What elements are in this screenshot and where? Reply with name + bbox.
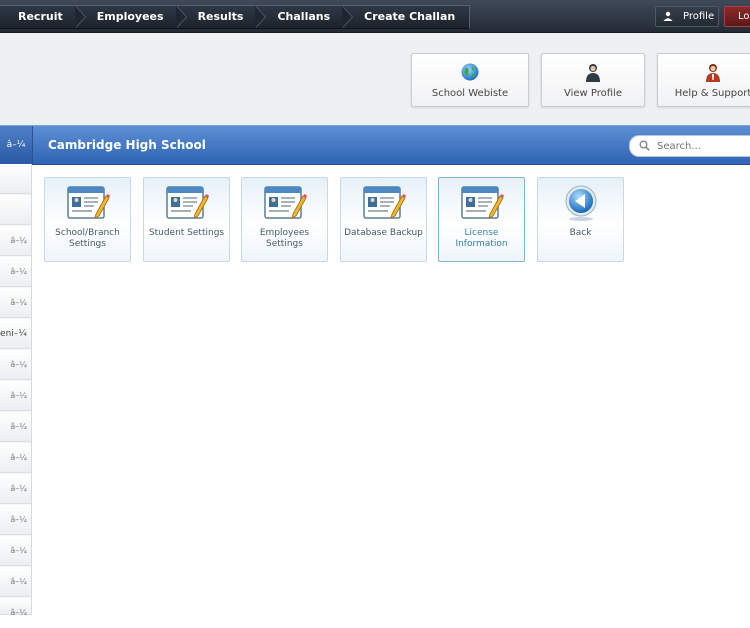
- top-navigation-bar: Recruit Employees Results Challans Creat…: [0, 0, 750, 33]
- sidebar-toggle[interactable]: â–¼: [0, 126, 33, 164]
- sidebar-item[interactable]: â–¼: [0, 226, 31, 256]
- back-arrow-icon: [565, 185, 597, 221]
- database-backup-label: Database Backup: [344, 228, 423, 238]
- sidebar-item[interactable]: â–¼: [0, 474, 31, 504]
- id-card-pencil-icon: [363, 186, 406, 219]
- support-user-icon: [706, 64, 720, 82]
- logout-button[interactable]: Log: [724, 6, 750, 27]
- sidebar: â–¼ â–¼ â–¼ eni–¼ â–¼ â–¼ â–¼ â–¼ â–¼ â–…: [0, 164, 32, 617]
- sidebar-item[interactable]: [0, 195, 31, 225]
- globe-icon: [461, 63, 479, 81]
- sidebar-item[interactable]: [0, 164, 31, 194]
- breadcrumb: Recruit Employees Results Challans Creat…: [0, 5, 471, 29]
- sidebar-item[interactable]: â–¼: [0, 288, 31, 318]
- school-website-button[interactable]: School Webiste: [411, 53, 529, 107]
- school-branch-settings-tile[interactable]: School/Branch Settings: [44, 177, 131, 262]
- school-website-label: School Webiste: [431, 88, 509, 99]
- sidebar-item[interactable]: â–¼: [0, 350, 31, 380]
- view-profile-button[interactable]: View Profile: [541, 53, 645, 107]
- user-icon: [663, 11, 673, 21]
- back-label: Back: [569, 228, 592, 238]
- sidebar-item[interactable]: â–¼: [0, 443, 31, 473]
- sidebar-item[interactable]: â–¼: [0, 598, 31, 617]
- search-box: [629, 135, 750, 157]
- breadcrumb-employees[interactable]: Employees: [74, 5, 187, 29]
- user-icon: [586, 64, 600, 82]
- breadcrumb-recruit[interactable]: Recruit: [0, 5, 86, 29]
- help-support-button[interactable]: Help & Support: [657, 53, 750, 107]
- header-area: School Webiste View Profile Help & Suppo…: [0, 33, 750, 125]
- help-support-label: Help & Support: [674, 88, 750, 99]
- breadcrumb-challans[interactable]: Challans: [255, 5, 353, 29]
- breadcrumb-results[interactable]: Results: [175, 5, 267, 29]
- employees-settings-tile[interactable]: Employees Settings: [241, 177, 328, 262]
- id-card-pencil-icon: [166, 186, 209, 219]
- sidebar-item[interactable]: â–¼: [0, 381, 31, 411]
- sidebar-item[interactable]: â–¼: [0, 567, 31, 597]
- id-card-pencil-icon: [67, 186, 110, 219]
- breadcrumb-create-challan[interactable]: Create Challan: [342, 5, 471, 29]
- section-header-bar: â–¼ Cambridge High School: [0, 125, 750, 165]
- view-profile-label: View Profile: [563, 88, 622, 99]
- sidebar-item[interactable]: â–¼: [0, 505, 31, 535]
- profile-button[interactable]: Profile: [655, 6, 719, 27]
- search-icon: [639, 140, 650, 151]
- license-information-tile[interactable]: License Information: [438, 177, 525, 262]
- sidebar-item[interactable]: â–¼: [0, 257, 31, 287]
- student-settings-tile[interactable]: Student Settings: [143, 177, 230, 262]
- sidebar-item[interactable]: eni–¼: [0, 319, 31, 349]
- sidebar-item[interactable]: â–¼: [0, 536, 31, 566]
- id-card-pencil-icon: [461, 186, 504, 219]
- back-tile[interactable]: Back: [537, 177, 624, 262]
- employees-settings-label: Employees Settings: [259, 228, 310, 249]
- sidebar-item[interactable]: â–¼: [0, 412, 31, 442]
- student-settings-label: Student Settings: [148, 228, 225, 238]
- school-name: Cambridge High School: [48, 138, 206, 152]
- database-backup-tile[interactable]: Database Backup: [340, 177, 427, 262]
- license-information-label: License Information: [455, 228, 508, 249]
- search-input[interactable]: [655, 138, 750, 155]
- school-branch-settings-label: School/Branch Settings: [55, 228, 120, 249]
- id-card-pencil-icon: [264, 186, 307, 219]
- profile-label: Profile: [683, 11, 715, 22]
